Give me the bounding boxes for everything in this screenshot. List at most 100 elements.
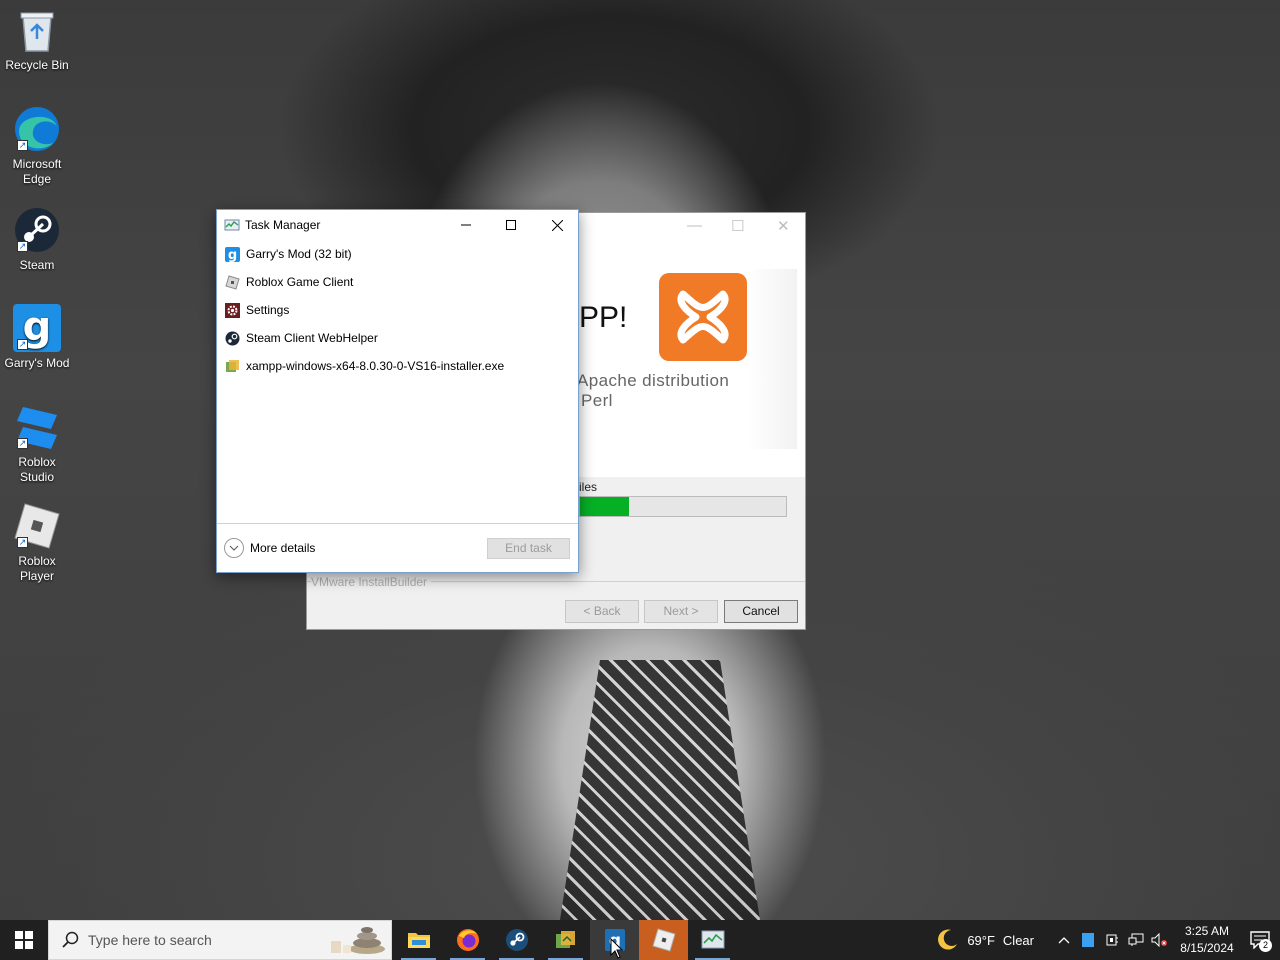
more-details-toggle[interactable]: More details	[224, 538, 315, 558]
installer-icon	[555, 931, 575, 948]
maximize-icon[interactable]: ☐	[731, 217, 744, 235]
process-name: Garry's Mod (32 bit)	[246, 247, 352, 261]
blue-square-icon[interactable]	[1076, 920, 1100, 960]
start-button[interactable]	[0, 920, 48, 960]
back-button[interactable]: < Back	[565, 600, 639, 623]
installer-icon	[224, 358, 240, 374]
steam-icon	[224, 330, 240, 346]
progress-fill	[580, 497, 630, 516]
task-manager-footer: More details End task	[217, 523, 578, 572]
task-manager-icon	[701, 930, 724, 949]
install-progress-bar	[579, 496, 787, 517]
desktop-icon-label: Microsoft Edge	[12, 157, 62, 186]
mouse-cursor-icon	[610, 938, 624, 959]
shortcut-arrow-icon: ↗	[17, 140, 28, 151]
task-manager-title-bar[interactable]: Task Manager	[217, 210, 578, 240]
process-row-settings[interactable]: Settings	[217, 296, 578, 324]
cancel-button[interactable]: Cancel	[724, 600, 798, 623]
desktop-icon-label: Roblox Player	[18, 554, 56, 583]
shortcut-arrow-icon: ↗	[17, 537, 28, 548]
search-icon	[62, 931, 79, 948]
recycle-bin-icon	[13, 6, 61, 54]
chevron-down-icon	[224, 538, 244, 558]
desktop-icon-garrys-mod[interactable]: g ↗ Garry's Mod	[2, 304, 72, 371]
garrys-mod-icon: g	[224, 246, 240, 262]
desktop-icon-roblox-player[interactable]: ↗ Roblox Player	[2, 502, 72, 584]
maximize-button[interactable]	[488, 210, 534, 240]
moon-icon	[938, 929, 958, 950]
roblox-icon: ↗	[13, 502, 61, 550]
taskbar-task-manager[interactable]	[688, 920, 737, 960]
end-task-button[interactable]: End task	[487, 538, 570, 559]
desktop-icon-label: Recycle Bin	[5, 58, 69, 72]
gear-icon	[224, 302, 240, 318]
desktop-icon-microsoft-edge[interactable]: ↗ Microsoft Edge	[2, 105, 72, 187]
taskbar: Type here to search g 69°F Clear 3:25 AM…	[0, 920, 1280, 960]
shortcut-arrow-icon: ↗	[17, 339, 28, 350]
windows-logo-icon	[15, 931, 33, 949]
notification-center-button[interactable]: 2	[1240, 920, 1280, 960]
volume-muted-icon[interactable]	[1148, 920, 1172, 960]
task-manager-window[interactable]: Task Manager g Garry's Mod (32 bit) Robl…	[216, 209, 579, 573]
window-title: Task Manager	[245, 218, 321, 232]
clock[interactable]: 3:25 AM 8/15/2024	[1174, 923, 1240, 957]
weather-condition: Clear	[1002, 932, 1034, 948]
banner-decoration	[747, 269, 797, 449]
roblox-icon	[651, 928, 676, 952]
minimize-icon[interactable]: —	[687, 217, 702, 234]
desktop-icon-steam[interactable]: ↗ Steam	[2, 206, 72, 273]
roblox-icon	[224, 274, 240, 290]
search-highlight-illustration	[331, 927, 385, 954]
close-icon[interactable]: ✕	[777, 217, 790, 235]
process-list: g Garry's Mod (32 bit) Roblox Game Clien…	[217, 240, 578, 380]
process-name: xampp-windows-x64-8.0.30-0-VS16-installe…	[246, 359, 505, 373]
garrys-mod-icon: g ↗	[13, 304, 61, 352]
desktop-icon-label: Roblox Studio	[18, 455, 56, 484]
weather-temperature: 69°F	[967, 932, 995, 948]
close-button[interactable]	[534, 210, 580, 240]
file-explorer-icon	[407, 933, 430, 948]
shortcut-arrow-icon: ↗	[17, 241, 28, 252]
desktop-icon-label: Steam	[19, 258, 55, 272]
weather-widget[interactable]: 69°F Clear	[935, 928, 1034, 952]
process-row-steam-webhelper[interactable]: Steam Client WebHelper	[217, 324, 578, 352]
notification-count: 2	[1259, 939, 1272, 952]
taskbar-firefox[interactable]	[443, 920, 492, 960]
firefox-icon	[456, 929, 479, 951]
clock-time: 3:25 AM	[1184, 924, 1230, 938]
desktop-icon-label: Garry's Mod	[4, 356, 70, 370]
edge-icon: ↗	[13, 105, 61, 153]
device-icon[interactable]	[1100, 920, 1124, 960]
process-name: Steam Client WebHelper	[246, 331, 378, 345]
taskbar-file-explorer[interactable]	[394, 920, 443, 960]
more-details-label: More details	[250, 541, 316, 555]
process-name: Settings	[246, 303, 290, 317]
process-row-xampp-installer[interactable]: xampp-windows-x64-8.0.30-0-VS16-installe…	[217, 352, 578, 380]
steam-icon: ↗	[13, 206, 61, 254]
chevron-up-icon[interactable]	[1052, 920, 1076, 960]
taskbar-roblox[interactable]	[639, 920, 688, 960]
installer-brand: VMware InstallBuilder	[311, 575, 432, 589]
system-tray: 69°F Clear 3:25 AM 8/15/2024 2	[935, 920, 1280, 960]
installer-subtitle: Apache distribution Perl	[577, 371, 729, 411]
taskbar-search-box[interactable]: Type here to search	[48, 920, 392, 960]
network-icon[interactable]	[1124, 920, 1148, 960]
clock-date: 8/15/2024	[1180, 941, 1234, 955]
process-row-roblox[interactable]: Roblox Game Client	[217, 268, 578, 296]
installer-heading: PP!	[579, 301, 628, 334]
subtitle-line: Apache distribution	[577, 371, 730, 390]
desktop-icon-roblox-studio[interactable]: ↗ Roblox Studio	[2, 403, 72, 485]
desktop-icon-recycle-bin[interactable]: Recycle Bin	[2, 6, 72, 73]
subtitle-line: Perl	[581, 391, 613, 410]
search-placeholder: Type here to search	[88, 932, 212, 948]
taskbar-xampp-installer[interactable]	[541, 920, 590, 960]
next-button[interactable]: Next >	[644, 600, 718, 623]
taskbar-steam[interactable]	[492, 920, 541, 960]
minimize-button[interactable]	[443, 210, 489, 240]
roblox-studio-icon: ↗	[13, 403, 61, 451]
steam-icon	[505, 929, 528, 951]
process-row-garrys-mod[interactable]: g Garry's Mod (32 bit)	[217, 240, 578, 268]
task-manager-icon	[224, 217, 240, 233]
svg-text:g: g	[227, 248, 236, 262]
xampp-logo-icon	[659, 273, 747, 361]
